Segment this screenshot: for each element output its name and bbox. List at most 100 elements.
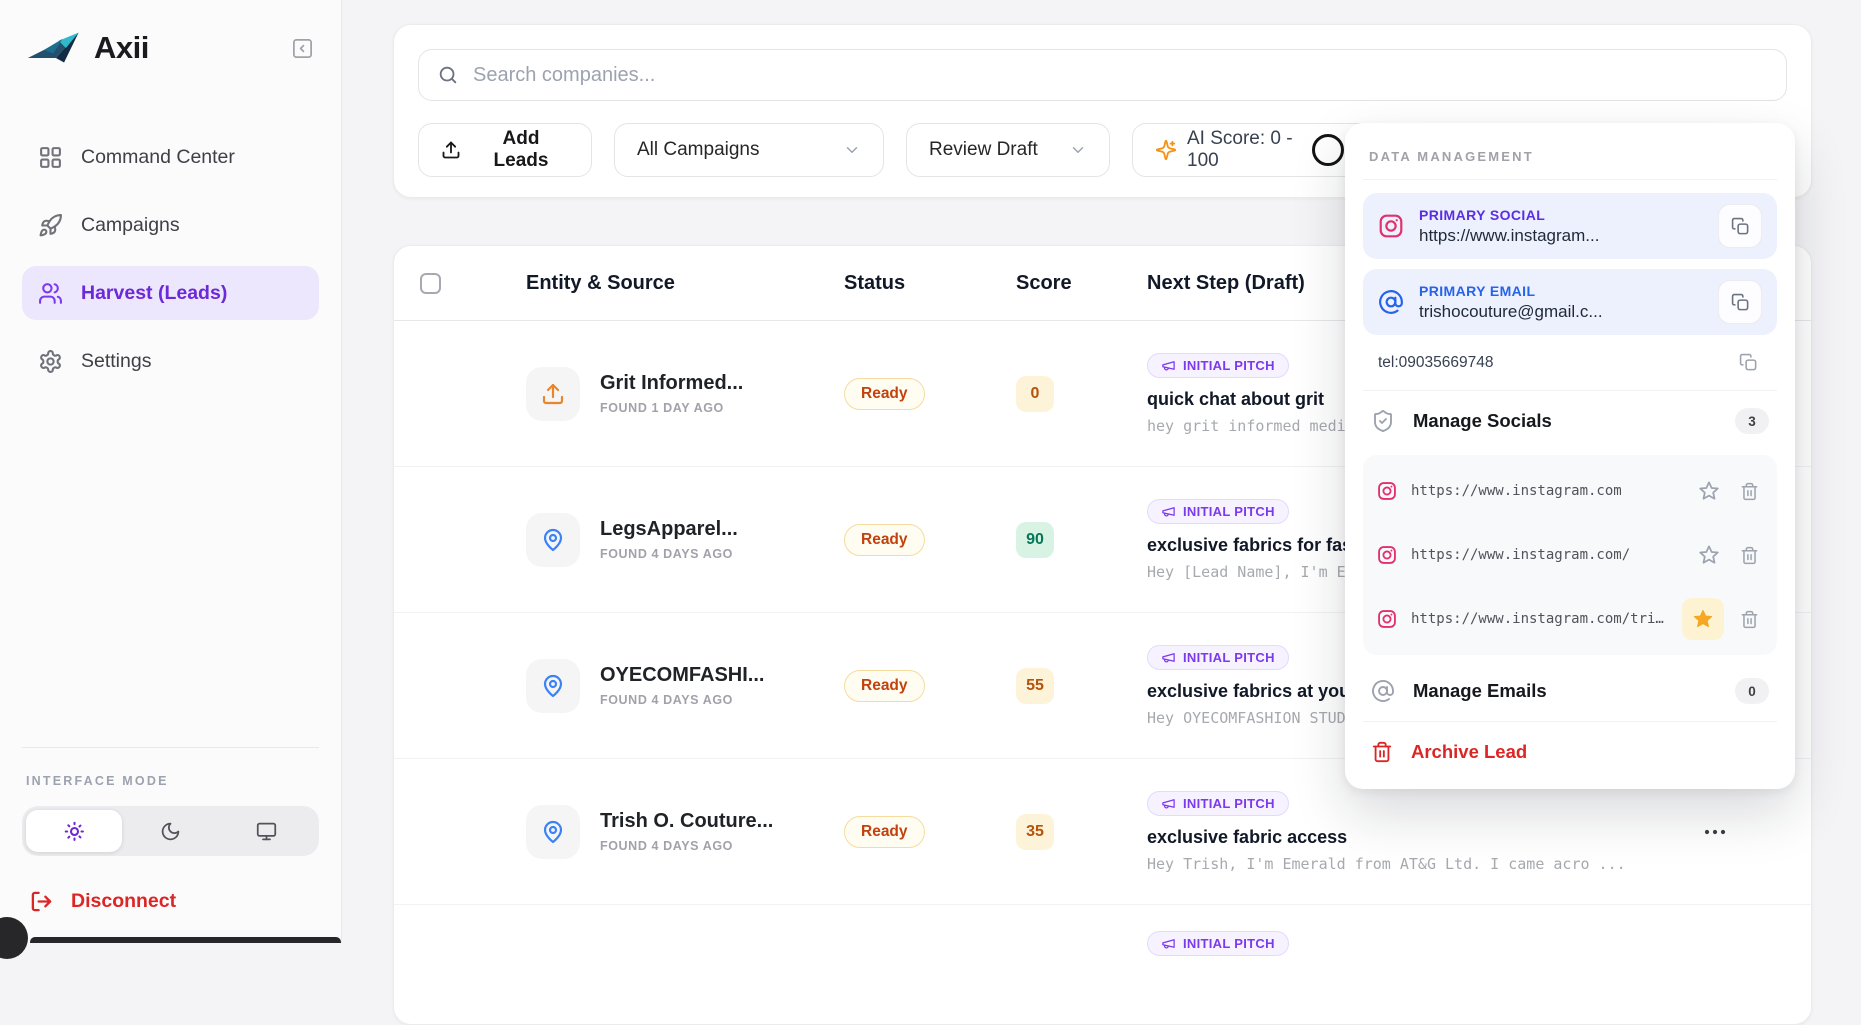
sidebar-item-label: Harvest (Leads)	[81, 281, 228, 304]
sidebar-item-campaigns[interactable]: Campaigns	[22, 198, 319, 252]
copy-icon	[1731, 217, 1750, 236]
status-badge: Ready	[844, 815, 925, 848]
at-sign-icon	[1371, 679, 1395, 703]
dark-mode-button[interactable]	[122, 810, 218, 852]
ai-score-label: AI Score: 0 - 100	[1187, 128, 1293, 171]
next-step-tag: INITIAL PITCH	[1147, 498, 1289, 524]
megaphone-icon	[1161, 358, 1176, 373]
campaign-filter-value: All Campaigns	[637, 139, 760, 160]
ellipsis-icon	[1703, 828, 1727, 836]
lead-name: Trish O. Couture...	[600, 810, 774, 832]
sidebar-item-settings[interactable]: Settings	[22, 334, 319, 388]
star-outline-icon[interactable]	[1694, 476, 1724, 506]
status-badge: Ready	[844, 523, 925, 556]
add-leads-label: Add Leads	[493, 128, 549, 171]
megaphone-icon	[1161, 936, 1176, 951]
primary-email-label: PRIMARY EMAIL	[1419, 282, 1536, 299]
map-pin-source-icon	[526, 658, 580, 713]
sidebar-item-label: Command Center	[81, 145, 235, 168]
socials-list: https://www.instagram.com https://www.in…	[1363, 455, 1777, 655]
social-url-row[interactable]: https://www.instagram.com/tri…	[1377, 587, 1763, 651]
chevron-down-icon	[843, 141, 861, 159]
table-row-partial: INITIAL PITCH	[394, 905, 1811, 1024]
copy-phone-button[interactable]	[1735, 349, 1762, 376]
draft-filter-select[interactable]: Review Draft	[906, 123, 1110, 177]
lead-found-ago: FOUND 4 DAYS AGO	[600, 839, 734, 853]
next-step-tag: INITIAL PITCH	[1147, 790, 1289, 816]
copy-social-button[interactable]	[1718, 204, 1762, 248]
score-badge: 55	[1016, 667, 1054, 704]
delete-social-button[interactable]	[1736, 606, 1763, 633]
primary-social-item[interactable]: PRIMARY SOCIAL https://www.instagram...	[1363, 193, 1777, 259]
sidebar-item-command-center[interactable]: Command Center	[22, 130, 319, 184]
draft-filter-value: Review Draft	[929, 139, 1038, 160]
select-all-checkbox[interactable]	[420, 272, 441, 294]
status-badge: Ready	[844, 377, 925, 410]
next-step-tag: INITIAL PITCH	[1147, 931, 1289, 956]
delete-social-button[interactable]	[1736, 478, 1763, 505]
brand: Axii	[22, 28, 319, 68]
copy-email-button[interactable]	[1718, 280, 1762, 324]
sidebar-nav: Command Center Campaigns Harvest (Leads)…	[22, 130, 319, 388]
disconnect-button[interactable]: Disconnect	[22, 890, 184, 913]
social-url: https://www.instagram.com/tri…	[1411, 611, 1664, 627]
interface-mode-label: INTERFACE MODE	[26, 774, 169, 788]
gear-icon	[38, 349, 63, 374]
copy-icon	[1731, 293, 1750, 312]
search-input[interactable]	[473, 63, 1768, 87]
monitor-icon	[256, 821, 277, 842]
social-url-row[interactable]: https://www.instagram.com	[1377, 459, 1763, 523]
delete-social-button[interactable]	[1736, 542, 1763, 569]
row-actions-menu-button[interactable]	[1697, 822, 1733, 842]
primary-email-item[interactable]: PRIMARY EMAIL trishocouture@gmail.c...	[1363, 269, 1777, 335]
score-badge: 0	[1016, 375, 1054, 412]
instagram-icon	[1377, 609, 1397, 629]
campaign-filter-select[interactable]: All Campaigns	[614, 123, 884, 177]
toolbar: Add Leads All Campaigns Review Draft AI …	[418, 123, 1384, 177]
megaphone-icon	[1161, 796, 1176, 811]
manage-emails-item[interactable]: Manage Emails 0	[1363, 661, 1777, 721]
manage-emails-label: Manage Emails	[1413, 680, 1547, 701]
floating-corner-button[interactable]	[0, 917, 28, 959]
megaphone-icon	[1161, 650, 1176, 665]
next-step-tag: INITIAL PITCH	[1147, 352, 1289, 378]
lead-found-ago: FOUND 4 DAYS AGO	[600, 693, 734, 707]
light-mode-button[interactable]	[26, 810, 123, 852]
sidebar-footer: INTERFACE MODE Disconnect	[22, 747, 319, 913]
panel-collapse-icon	[291, 37, 314, 60]
grid-icon	[38, 145, 63, 170]
chevron-down-icon	[1069, 141, 1087, 159]
archive-lead-item[interactable]: Archive Lead	[1363, 721, 1777, 781]
search-icon	[437, 64, 459, 86]
instagram-icon	[1377, 481, 1397, 501]
brand-name: Axii	[94, 30, 149, 65]
search-box	[418, 49, 1787, 101]
trash-icon	[1740, 482, 1759, 501]
star-outline-icon[interactable]	[1694, 540, 1724, 570]
draft-preview: Hey Trish, I'm Emerald from AT&G Ltd. I …	[1147, 854, 1626, 873]
sidebar-collapse-button[interactable]	[289, 35, 315, 61]
lead-name: LegsApparel...	[600, 518, 738, 540]
star-filled-icon[interactable]	[1682, 598, 1724, 640]
next-step-tag: INITIAL PITCH	[1147, 644, 1289, 670]
ai-score-slider-knob[interactable]	[1312, 134, 1344, 166]
phone-item[interactable]: tel:09035669748	[1363, 335, 1777, 391]
lead-name: OYECOMFASHI...	[600, 664, 765, 686]
add-leads-button[interactable]: Add Leads	[418, 123, 592, 177]
trash-icon	[1740, 610, 1759, 629]
emails-count-badge: 0	[1735, 678, 1769, 704]
copy-icon	[1739, 353, 1758, 372]
map-pin-source-icon	[526, 804, 580, 859]
sidebar-item-harvest-leads[interactable]: Harvest (Leads)	[22, 266, 319, 320]
system-mode-button[interactable]	[219, 810, 315, 852]
instagram-icon	[1377, 545, 1397, 565]
manage-socials-item[interactable]: Manage Socials 3	[1363, 391, 1777, 451]
upload-source-icon	[526, 366, 580, 421]
logout-icon	[30, 890, 53, 913]
interface-mode-toggle	[22, 806, 319, 856]
column-header-score: Score	[1016, 271, 1072, 294]
sidebar-item-label: Settings	[81, 349, 152, 372]
social-url: https://www.instagram.com/	[1411, 547, 1631, 563]
primary-email-value: trishocouture@gmail.c...	[1419, 301, 1603, 321]
social-url-row[interactable]: https://www.instagram.com/	[1377, 523, 1763, 587]
